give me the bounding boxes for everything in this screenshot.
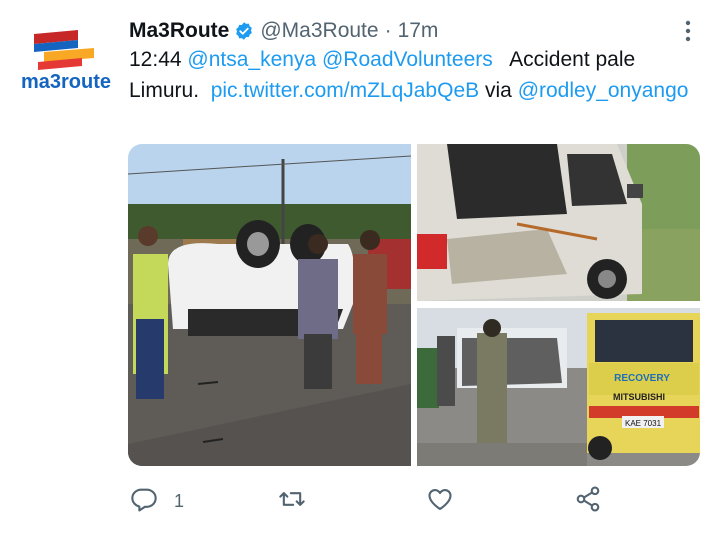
photo-damaged-suv[interactable] [417,144,700,301]
photo-recovery-truck[interactable]: RECOVERY MITSUBISHI KAE 7031 [417,308,700,466]
handle[interactable]: @Ma3Route [260,19,378,43]
truck-recovery-text: RECOVERY [614,373,670,384]
tweet-text: 12:44 @ntsa_kenya @RoadVolunteers Accide… [129,45,699,106]
mention-roadvolunteers[interactable]: @RoadVolunteers [322,48,493,71]
separator-dot: · [384,19,392,42]
truck-plate-text: KAE 7031 [625,419,662,428]
share-icon [574,485,602,518]
like-button[interactable] [426,484,454,518]
tweet-header: Ma3Route @Ma3Route · 17m [129,16,690,46]
reply-icon [130,485,158,518]
share-button[interactable] [574,484,602,518]
more-options-icon[interactable] [680,18,696,44]
logo-text: ma3route [21,71,111,93]
tweet-actions: 1 [130,484,610,518]
truck-brand-text: MITSUBISHI [613,392,665,402]
media-grid: RECOVERY MITSUBISHI KAE 7031 [128,144,700,466]
display-name[interactable]: Ma3Route [129,19,229,43]
verified-badge-icon [234,21,254,41]
media-link[interactable]: pic.twitter.com/mZLqJabQeB [211,79,479,102]
mention-rodley[interactable]: @rodley_onyango [518,79,689,102]
heart-icon [426,485,454,518]
photo-overturned-car[interactable] [128,144,411,466]
retweet-icon [278,485,306,518]
avatar[interactable]: ma3route [20,26,112,106]
ma3route-logo: ma3route [21,30,111,93]
retweet-button[interactable] [278,484,306,518]
timestamp[interactable]: 17m [398,19,439,43]
reply-count: 1 [174,490,185,511]
reply-button[interactable]: 1 [130,484,184,518]
mention-ntsa[interactable]: @ntsa_kenya [187,48,316,71]
tweet-time-text: 12:44 [129,48,182,71]
via-text: via [484,78,512,102]
